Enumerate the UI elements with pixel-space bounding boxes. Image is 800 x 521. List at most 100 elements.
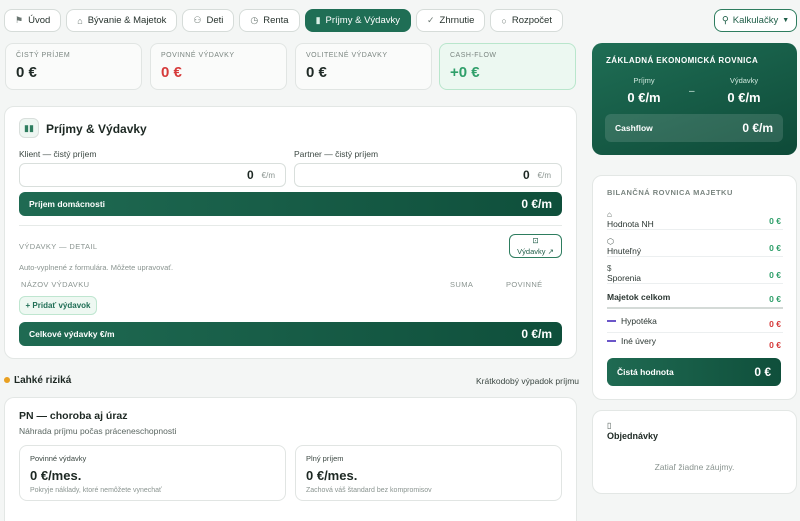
summary-value: +0 €: [450, 64, 480, 81]
balance-row-property: ⌂ Hodnota NH 0 €: [607, 210, 783, 230]
balance-row-value: 0 €: [769, 270, 781, 280]
balance-row-label: Sporenia: [607, 273, 642, 283]
budget-icon: ○: [501, 15, 507, 26]
balance-row-other-loans: Iné úvery 0 €: [607, 336, 783, 353]
expenses-detail-label: VÝDAVKY — DETAIL: [19, 242, 98, 251]
summary-value: 0 €: [306, 64, 327, 81]
partner-income-input[interactable]: 0 €/m: [294, 163, 562, 187]
balance-row-total: Majetok celkom 0 €: [607, 292, 783, 309]
calculators-button[interactable]: ⚲ Kalkulačky ▼: [714, 9, 797, 32]
pn-title: PN — choroba aj úraz: [19, 410, 128, 422]
tab-rozpocet[interactable]: ○ Rozpočet: [490, 9, 563, 32]
tab-uvod[interactable]: ⚑ Úvod: [4, 9, 62, 32]
balance-row-value: 0 €: [769, 319, 781, 329]
expenses-button-label: Výdavky ↗: [517, 247, 554, 256]
orders-empty-state: Zatiaľ žiadne záujmy.: [654, 462, 735, 472]
unit-label: €/m: [261, 170, 275, 180]
box-note: Zachová váš štandard bez kompromisov: [306, 487, 432, 494]
link-icon: ⚲: [721, 15, 729, 26]
equation-expenses-label: Výdavky: [729, 76, 759, 85]
balance-row-movable: ⬡ Hnuteľný 0 €: [607, 237, 783, 257]
liability-marker: [607, 340, 616, 343]
wallet-icon: ⊡: [532, 236, 539, 245]
calculators-label: Kalkulačky: [732, 15, 779, 26]
client-income-input[interactable]: 0 €/m: [19, 163, 286, 187]
tab-byvanie-majetok[interactable]: ⌂ Bývanie & Majetok: [66, 9, 178, 32]
household-income-bar: Príjem domácnosti 0 €/m: [19, 192, 562, 216]
net-worth-value: 0 €: [754, 365, 771, 379]
balance-row-value: 0 €: [769, 243, 781, 253]
balance-row-label: Hypotéka: [621, 316, 657, 326]
flag-icon: ⚑: [15, 15, 24, 25]
equation-expenses-value: 0 €/m: [727, 90, 761, 105]
equation-income-value: 0 €/m: [627, 90, 661, 105]
balance-row-label: Hnuteľný: [607, 246, 642, 256]
summary-label: CASH-FLOW: [450, 52, 497, 59]
orders-card: ▯ Objednávky Zatiaľ žiadne záujmy.: [592, 410, 797, 494]
tab-label: Zhrnutie: [439, 15, 475, 26]
balance-row-savings: $ Sporenia 0 €: [607, 264, 783, 284]
summary-label: POVINNÉ VÝDAVKY: [161, 52, 235, 59]
home-icon: ⌂: [607, 210, 612, 219]
column-header-sum: SUMA: [450, 280, 474, 289]
balance-row-value: 0 €: [769, 216, 781, 226]
autofill-note: Auto-vyplnené z formulára. Môžete upravo…: [19, 263, 174, 272]
liability-marker: [607, 320, 616, 323]
check-icon: ✓: [426, 15, 435, 25]
box-value: 0 €/mes.: [30, 468, 82, 483]
partner-income-label: Partner — čistý príjem: [294, 149, 379, 159]
balance-row-value: 0 €: [769, 340, 781, 350]
chevron-down-icon: ▼: [782, 17, 790, 24]
total-expenses-value: 0 €/m: [521, 327, 552, 341]
summary-label: VOLITEĽNÉ VÝDAVKY: [306, 52, 388, 59]
balance-row-label: Hodnota NH: [607, 219, 654, 229]
net-worth-bar: Čistá hodnota 0 €: [607, 358, 781, 386]
net-worth-label: Čistá hodnota: [617, 367, 674, 377]
tab-renta[interactable]: ◷ Renta: [239, 9, 300, 32]
risks-title: Ľahké riziká: [14, 375, 72, 386]
clipboard-icon: ▯: [607, 421, 612, 430]
column-header-mandatory: POVINNÉ: [506, 280, 543, 289]
summary-cashflow: CASH-FLOW +0 €: [439, 43, 576, 90]
summary-mandatory: POVINNÉ VÝDAVKY 0 €: [150, 43, 287, 90]
clock-icon: ◷: [250, 15, 259, 25]
client-income-label: Klient — čistý príjem: [19, 149, 97, 159]
summary-value: 0 €: [16, 64, 37, 81]
bar-chart-icon: ▮▮: [19, 118, 39, 138]
risks-subtitle: Krátkodobý výpadok príjmu: [476, 376, 579, 386]
equation-income-label: Príjmy: [633, 76, 655, 85]
pn-mandatory-box: Povinné výdavky 0 €/mes. Pokryje náklady…: [19, 445, 286, 501]
unit-label: €/m: [537, 170, 551, 180]
balance-title: BILANČNÁ ROVNICA MAJETKU: [607, 188, 733, 197]
box-label: Plný príjem: [306, 454, 344, 463]
coin-icon: $: [607, 264, 612, 273]
total-expenses-label: Celkové výdavky €/m: [29, 329, 115, 339]
family-icon: ⚇: [193, 15, 202, 25]
tab-deti[interactable]: ⚇ Deti: [182, 9, 235, 32]
box-note: Pokryje náklady, ktoré nemôžete vynechať: [30, 487, 162, 494]
box-icon: ⬡: [607, 237, 614, 246]
equation-cashflow: Cashflow 0 €/m: [605, 114, 783, 142]
summary-label: ČISTÝ PRÍJEM: [16, 52, 71, 59]
balance-row-mortgage: Hypotéka 0 €: [607, 316, 783, 333]
tab-zhrnutie[interactable]: ✓ Zhrnutie: [415, 9, 486, 32]
card-title: Príjmy & Výdavky: [46, 122, 147, 136]
expenses-button[interactable]: ⊡ Výdavky ↗: [509, 234, 562, 258]
divider: [19, 225, 562, 226]
tab-label: Príjmy & Výdavky: [325, 15, 400, 26]
summary-optional: VOLITEĽNÉ VÝDAVKY 0 €: [295, 43, 432, 90]
top-nav: ⚑ Úvod ⌂ Bývanie & Majetok ⚇ Deti ◷ Renta ▮ P…: [4, 9, 563, 32]
orders-title: Objednávky: [607, 431, 659, 441]
equation-dash: –: [689, 86, 695, 97]
pn-full-income-box: Plný príjem 0 €/mes. Zachová váš štandar…: [295, 445, 562, 501]
add-expense-button[interactable]: + Pridať výdavok: [19, 296, 97, 315]
summary-net-income: ČISTÝ PRÍJEM 0 €: [5, 43, 142, 90]
balance-row-label: Majetok celkom: [607, 292, 671, 302]
balance-row-value: 0 €: [769, 294, 781, 304]
column-header-name: NÁZOV VÝDAVKU: [21, 280, 90, 289]
summary-value: 0 €: [161, 64, 182, 81]
partner-income-value: 0: [522, 168, 530, 182]
tab-prijmy-vydavky[interactable]: ▮ Príjmy & Výdavky: [304, 9, 411, 32]
equation-title: Základná ekonomická rovnica: [606, 56, 759, 65]
pn-subtitle: Náhrada príjmu počas práceneschopnosti: [19, 426, 177, 436]
